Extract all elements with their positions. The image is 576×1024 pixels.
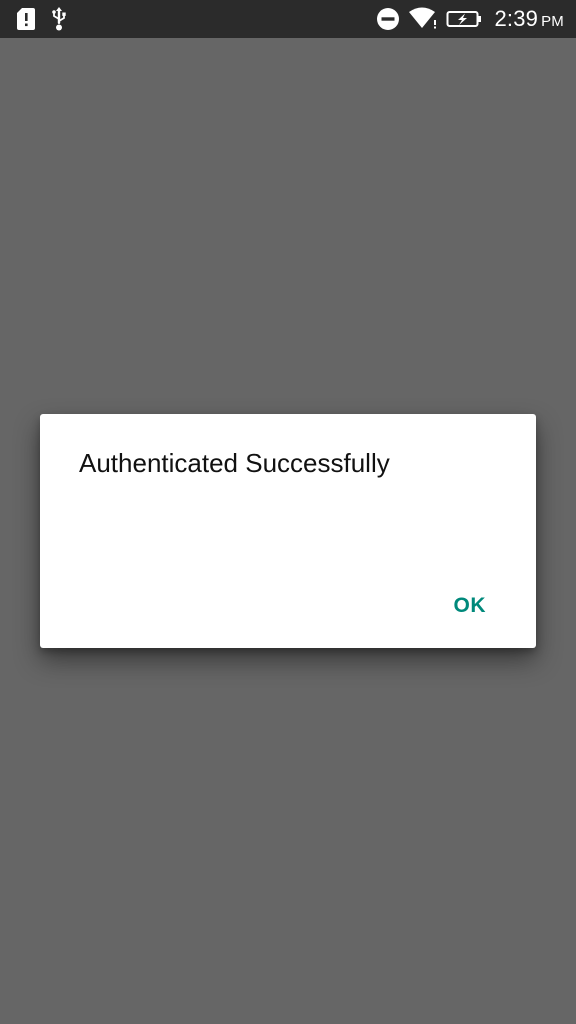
clock-time: 2:39	[494, 6, 539, 31]
status-right: 2:39 PM	[376, 5, 564, 33]
do-not-disturb-icon	[376, 7, 400, 31]
usb-icon	[50, 6, 68, 32]
sd-card-alert-icon	[16, 7, 36, 31]
dialog-actions: OK	[434, 586, 507, 626]
status-left	[16, 6, 68, 32]
ok-button[interactable]: OK	[434, 586, 507, 626]
status-bar: 2:39 PM	[0, 0, 576, 38]
battery-charging-icon	[446, 9, 482, 29]
clock-ampm: PM	[541, 13, 564, 30]
dialog-title: Authenticated Successfully	[79, 448, 390, 478]
wifi-icon	[408, 7, 438, 31]
alert-dialog: Authenticated Successfully OK	[40, 414, 536, 648]
status-clock: 2:39 PM	[494, 6, 564, 32]
